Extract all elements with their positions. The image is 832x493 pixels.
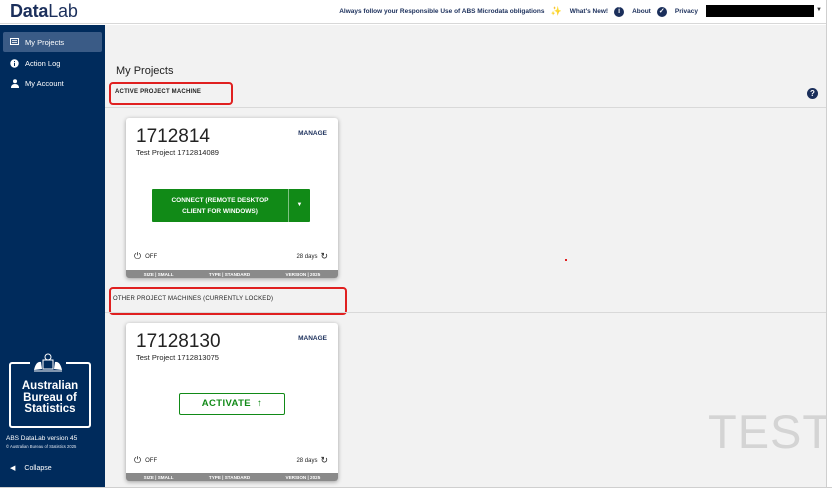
arrow-up-icon: ↑ — [254, 398, 263, 409]
shield-check-icon: ✓ — [656, 6, 667, 17]
sidebar-item-label: My Projects — [25, 37, 65, 47]
sidebar-item-my-projects[interactable]: My Projects — [3, 32, 102, 52]
days-remaining: 28 days ↻ — [296, 455, 328, 466]
test-watermark: TEST — [708, 405, 832, 458]
divider — [105, 107, 826, 108]
sidebar-item-label: My Account — [25, 78, 64, 88]
project-number: 1712814 — [136, 126, 210, 147]
card-footer: SIZE | SMALL TYPE | STANDARD VERSION | 2… — [126, 473, 338, 481]
manage-button[interactable]: MANAGE — [298, 335, 327, 342]
version-text: ABS DataLab version 45 — [6, 435, 78, 442]
sparkle-icon: ✨ — [550, 6, 562, 16]
activate-button[interactable]: ACTIVATE ↑ — [179, 393, 285, 415]
top-bar: DataLab Always follow your Responsible U… — [0, 0, 826, 24]
refresh-icon[interactable]: ↻ — [320, 251, 328, 262]
locked-project-card: 17128130 Test Project 1712813075 MANAGE … — [126, 323, 338, 481]
days-remaining: 28 days ↻ — [296, 251, 328, 262]
copyright-text: © Australian Bureau of Statistics 2025 — [6, 444, 77, 449]
collapse-button[interactable]: ◀ Collapse — [10, 464, 52, 473]
manage-button[interactable]: MANAGE — [298, 130, 327, 137]
whats-new-link[interactable]: What's New! — [570, 8, 608, 15]
active-section-label: ACTIVE PROJECT MACHINE — [115, 89, 202, 95]
red-dot — [565, 259, 567, 261]
main-content: My Projects ACTIVE PROJECT MACHINE ? 171… — [105, 25, 831, 487]
chevron-left-icon: ◀ — [10, 465, 16, 472]
coat-of-arms-icon — [30, 352, 66, 374]
project-number: 17128130 — [136, 331, 221, 352]
privacy-link[interactable]: Privacy — [675, 8, 698, 15]
sidebar-item-my-account[interactable]: My Account — [3, 73, 102, 93]
user-menu-redacted[interactable] — [706, 5, 814, 17]
sidebar-item-label: Action Log — [25, 58, 61, 68]
other-section-label: OTHER PROJECT MACHINES (CURRENTLY LOCKED… — [113, 296, 274, 302]
power-status: ⏻ OFF — [134, 455, 158, 466]
responsible-use-link[interactable]: Always follow your Responsible Use of AB… — [339, 8, 544, 15]
power-icon[interactable]: ⏻ — [134, 251, 141, 262]
power-status: ⏻ OFF — [134, 251, 158, 262]
power-icon[interactable]: ⏻ — [134, 455, 141, 466]
refresh-icon[interactable]: ↻ — [320, 455, 328, 466]
top-nav: Always follow your Responsible Use of AB… — [339, 6, 698, 17]
user-icon — [10, 78, 19, 88]
connect-button[interactable]: CONNECT (REMOTE DESKTOP CLIENT FOR WINDO… — [152, 189, 310, 222]
chevron-down-icon[interactable]: ▼ — [289, 189, 310, 222]
window-edge-right — [826, 0, 832, 493]
chevron-down-icon[interactable]: ▼ — [816, 7, 822, 13]
page-title: My Projects — [116, 65, 174, 77]
window-edge-bottom — [0, 487, 832, 493]
sidebar: My Projects Action Log My Account Austra… — [0, 25, 105, 487]
info-icon — [10, 58, 19, 68]
card-footer: SIZE | SMALL TYPE | STANDARD VERSION | 2… — [126, 270, 338, 278]
abs-logo-text: Australian Bureau of Statistics — [21, 380, 79, 415]
about-link[interactable]: About — [632, 8, 651, 15]
projects-icon — [10, 38, 19, 47]
sidebar-item-action-log[interactable]: Action Log — [3, 53, 102, 73]
help-icon[interactable]: ? — [807, 88, 818, 99]
datalab-logo[interactable]: DataLab — [10, 1, 78, 22]
project-description: Test Project 1712814089 — [136, 148, 219, 157]
divider — [105, 312, 826, 313]
info-icon: i — [614, 6, 625, 17]
project-description: Test Project 1712813075 — [136, 353, 219, 362]
active-project-card: 1712814 Test Project 1712814089 MANAGE C… — [126, 118, 338, 278]
